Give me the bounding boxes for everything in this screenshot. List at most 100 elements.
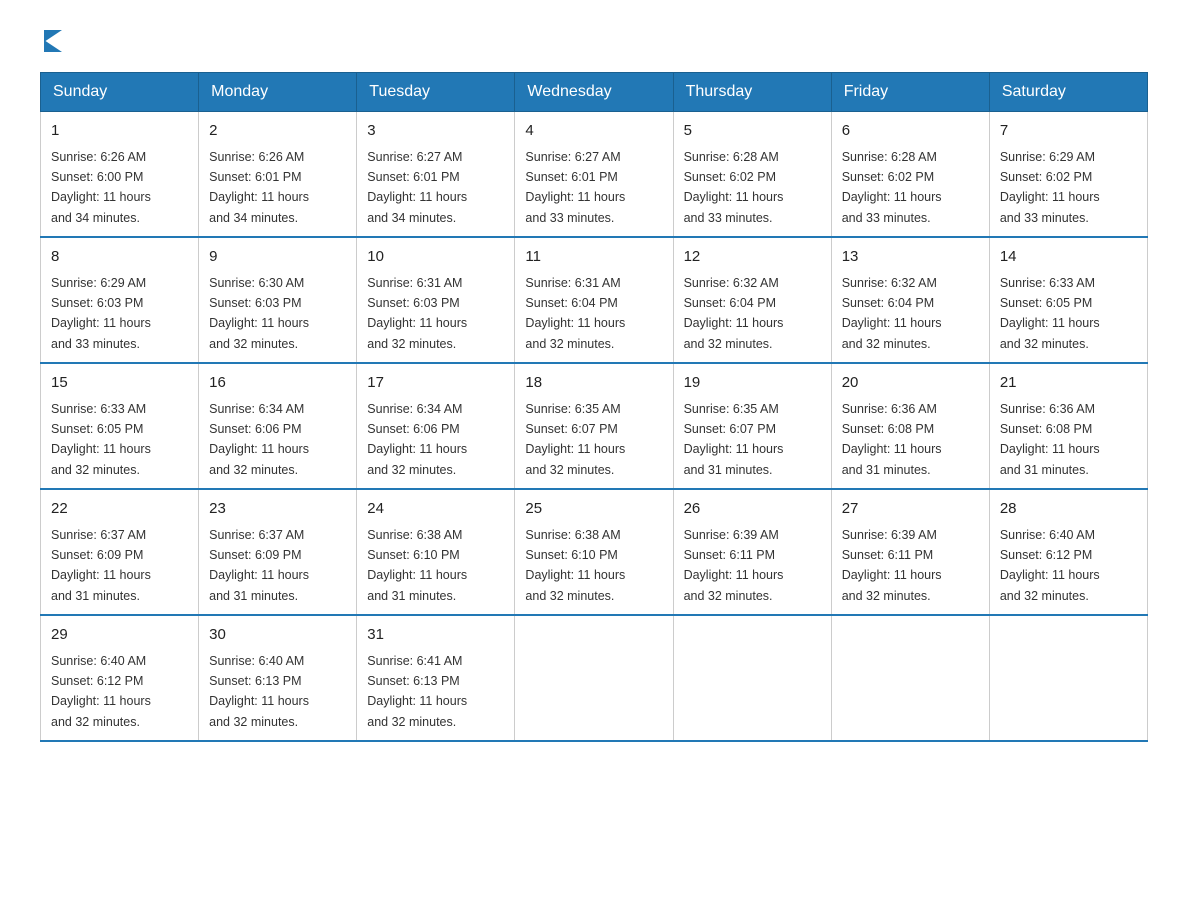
header-day-thursday: Thursday — [673, 73, 831, 112]
calendar-cell: 17 Sunrise: 6:34 AMSunset: 6:06 PMDaylig… — [357, 363, 515, 489]
calendar-cell: 13 Sunrise: 6:32 AMSunset: 6:04 PMDaylig… — [831, 237, 989, 363]
calendar-cell: 26 Sunrise: 6:39 AMSunset: 6:11 PMDaylig… — [673, 489, 831, 615]
calendar-cell — [831, 615, 989, 741]
header-day-tuesday: Tuesday — [357, 73, 515, 112]
calendar-cell: 25 Sunrise: 6:38 AMSunset: 6:10 PMDaylig… — [515, 489, 673, 615]
day-info: Sunrise: 6:36 AMSunset: 6:08 PMDaylight:… — [842, 402, 942, 477]
header-day-friday: Friday — [831, 73, 989, 112]
calendar-table: SundayMondayTuesdayWednesdayThursdayFrid… — [40, 72, 1148, 742]
page-header — [40, 30, 1148, 52]
logo-arrow-bottom — [44, 40, 62, 52]
header-day-monday: Monday — [199, 73, 357, 112]
day-number: 31 — [367, 624, 504, 647]
day-info: Sunrise: 6:32 AMSunset: 6:04 PMDaylight:… — [684, 276, 784, 351]
day-number: 24 — [367, 498, 504, 521]
day-info: Sunrise: 6:33 AMSunset: 6:05 PMDaylight:… — [51, 402, 151, 477]
day-number: 1 — [51, 120, 188, 143]
calendar-cell: 3 Sunrise: 6:27 AMSunset: 6:01 PMDayligh… — [357, 112, 515, 238]
day-info: Sunrise: 6:36 AMSunset: 6:08 PMDaylight:… — [1000, 402, 1100, 477]
calendar-cell: 30 Sunrise: 6:40 AMSunset: 6:13 PMDaylig… — [199, 615, 357, 741]
week-row-4: 22 Sunrise: 6:37 AMSunset: 6:09 PMDaylig… — [41, 489, 1148, 615]
calendar-cell: 16 Sunrise: 6:34 AMSunset: 6:06 PMDaylig… — [199, 363, 357, 489]
calendar-cell: 12 Sunrise: 6:32 AMSunset: 6:04 PMDaylig… — [673, 237, 831, 363]
day-info: Sunrise: 6:29 AMSunset: 6:02 PMDaylight:… — [1000, 150, 1100, 225]
calendar-cell: 11 Sunrise: 6:31 AMSunset: 6:04 PMDaylig… — [515, 237, 673, 363]
calendar-cell: 22 Sunrise: 6:37 AMSunset: 6:09 PMDaylig… — [41, 489, 199, 615]
day-number: 19 — [684, 372, 821, 395]
day-info: Sunrise: 6:28 AMSunset: 6:02 PMDaylight:… — [684, 150, 784, 225]
calendar-cell: 31 Sunrise: 6:41 AMSunset: 6:13 PMDaylig… — [357, 615, 515, 741]
logo — [40, 30, 62, 52]
day-info: Sunrise: 6:31 AMSunset: 6:03 PMDaylight:… — [367, 276, 467, 351]
day-number: 12 — [684, 246, 821, 269]
calendar-cell: 21 Sunrise: 6:36 AMSunset: 6:08 PMDaylig… — [989, 363, 1147, 489]
calendar-cell: 8 Sunrise: 6:29 AMSunset: 6:03 PMDayligh… — [41, 237, 199, 363]
week-row-1: 1 Sunrise: 6:26 AMSunset: 6:00 PMDayligh… — [41, 112, 1148, 238]
day-info: Sunrise: 6:33 AMSunset: 6:05 PMDaylight:… — [1000, 276, 1100, 351]
day-number: 29 — [51, 624, 188, 647]
header-day-saturday: Saturday — [989, 73, 1147, 112]
calendar-cell: 28 Sunrise: 6:40 AMSunset: 6:12 PMDaylig… — [989, 489, 1147, 615]
calendar-cell: 14 Sunrise: 6:33 AMSunset: 6:05 PMDaylig… — [989, 237, 1147, 363]
calendar-cell: 6 Sunrise: 6:28 AMSunset: 6:02 PMDayligh… — [831, 112, 989, 238]
day-number: 30 — [209, 624, 346, 647]
calendar-cell: 4 Sunrise: 6:27 AMSunset: 6:01 PMDayligh… — [515, 112, 673, 238]
day-number: 4 — [525, 120, 662, 143]
day-info: Sunrise: 6:40 AMSunset: 6:12 PMDaylight:… — [1000, 528, 1100, 603]
calendar-cell — [673, 615, 831, 741]
header-row: SundayMondayTuesdayWednesdayThursdayFrid… — [41, 73, 1148, 112]
day-number: 20 — [842, 372, 979, 395]
day-number: 23 — [209, 498, 346, 521]
day-number: 16 — [209, 372, 346, 395]
day-info: Sunrise: 6:34 AMSunset: 6:06 PMDaylight:… — [367, 402, 467, 477]
calendar-cell: 27 Sunrise: 6:39 AMSunset: 6:11 PMDaylig… — [831, 489, 989, 615]
calendar-cell: 23 Sunrise: 6:37 AMSunset: 6:09 PMDaylig… — [199, 489, 357, 615]
calendar-cell: 15 Sunrise: 6:33 AMSunset: 6:05 PMDaylig… — [41, 363, 199, 489]
week-row-5: 29 Sunrise: 6:40 AMSunset: 6:12 PMDaylig… — [41, 615, 1148, 741]
day-info: Sunrise: 6:37 AMSunset: 6:09 PMDaylight:… — [51, 528, 151, 603]
calendar-header: SundayMondayTuesdayWednesdayThursdayFrid… — [41, 73, 1148, 112]
day-info: Sunrise: 6:35 AMSunset: 6:07 PMDaylight:… — [684, 402, 784, 477]
day-info: Sunrise: 6:39 AMSunset: 6:11 PMDaylight:… — [842, 528, 942, 603]
calendar-cell: 10 Sunrise: 6:31 AMSunset: 6:03 PMDaylig… — [357, 237, 515, 363]
calendar-body: 1 Sunrise: 6:26 AMSunset: 6:00 PMDayligh… — [41, 112, 1148, 742]
day-info: Sunrise: 6:37 AMSunset: 6:09 PMDaylight:… — [209, 528, 309, 603]
day-info: Sunrise: 6:29 AMSunset: 6:03 PMDaylight:… — [51, 276, 151, 351]
day-info: Sunrise: 6:30 AMSunset: 6:03 PMDaylight:… — [209, 276, 309, 351]
week-row-3: 15 Sunrise: 6:33 AMSunset: 6:05 PMDaylig… — [41, 363, 1148, 489]
day-info: Sunrise: 6:26 AMSunset: 6:00 PMDaylight:… — [51, 150, 151, 225]
day-number: 22 — [51, 498, 188, 521]
day-number: 8 — [51, 246, 188, 269]
calendar-cell: 19 Sunrise: 6:35 AMSunset: 6:07 PMDaylig… — [673, 363, 831, 489]
day-info: Sunrise: 6:26 AMSunset: 6:01 PMDaylight:… — [209, 150, 309, 225]
week-row-2: 8 Sunrise: 6:29 AMSunset: 6:03 PMDayligh… — [41, 237, 1148, 363]
day-info: Sunrise: 6:34 AMSunset: 6:06 PMDaylight:… — [209, 402, 309, 477]
calendar-cell — [515, 615, 673, 741]
day-number: 3 — [367, 120, 504, 143]
day-number: 27 — [842, 498, 979, 521]
day-number: 15 — [51, 372, 188, 395]
day-number: 26 — [684, 498, 821, 521]
calendar-cell: 5 Sunrise: 6:28 AMSunset: 6:02 PMDayligh… — [673, 112, 831, 238]
day-info: Sunrise: 6:31 AMSunset: 6:04 PMDaylight:… — [525, 276, 625, 351]
header-day-wednesday: Wednesday — [515, 73, 673, 112]
day-number: 17 — [367, 372, 504, 395]
day-info: Sunrise: 6:41 AMSunset: 6:13 PMDaylight:… — [367, 654, 467, 729]
calendar-cell: 29 Sunrise: 6:40 AMSunset: 6:12 PMDaylig… — [41, 615, 199, 741]
calendar-cell: 20 Sunrise: 6:36 AMSunset: 6:08 PMDaylig… — [831, 363, 989, 489]
calendar-cell: 2 Sunrise: 6:26 AMSunset: 6:01 PMDayligh… — [199, 112, 357, 238]
calendar-cell: 24 Sunrise: 6:38 AMSunset: 6:10 PMDaylig… — [357, 489, 515, 615]
day-number: 21 — [1000, 372, 1137, 395]
day-number: 5 — [684, 120, 821, 143]
calendar-cell: 9 Sunrise: 6:30 AMSunset: 6:03 PMDayligh… — [199, 237, 357, 363]
day-info: Sunrise: 6:38 AMSunset: 6:10 PMDaylight:… — [525, 528, 625, 603]
day-number: 6 — [842, 120, 979, 143]
day-number: 25 — [525, 498, 662, 521]
day-info: Sunrise: 6:39 AMSunset: 6:11 PMDaylight:… — [684, 528, 784, 603]
day-number: 10 — [367, 246, 504, 269]
day-info: Sunrise: 6:32 AMSunset: 6:04 PMDaylight:… — [842, 276, 942, 351]
day-number: 13 — [842, 246, 979, 269]
day-number: 9 — [209, 246, 346, 269]
calendar-cell — [989, 615, 1147, 741]
day-info: Sunrise: 6:40 AMSunset: 6:12 PMDaylight:… — [51, 654, 151, 729]
